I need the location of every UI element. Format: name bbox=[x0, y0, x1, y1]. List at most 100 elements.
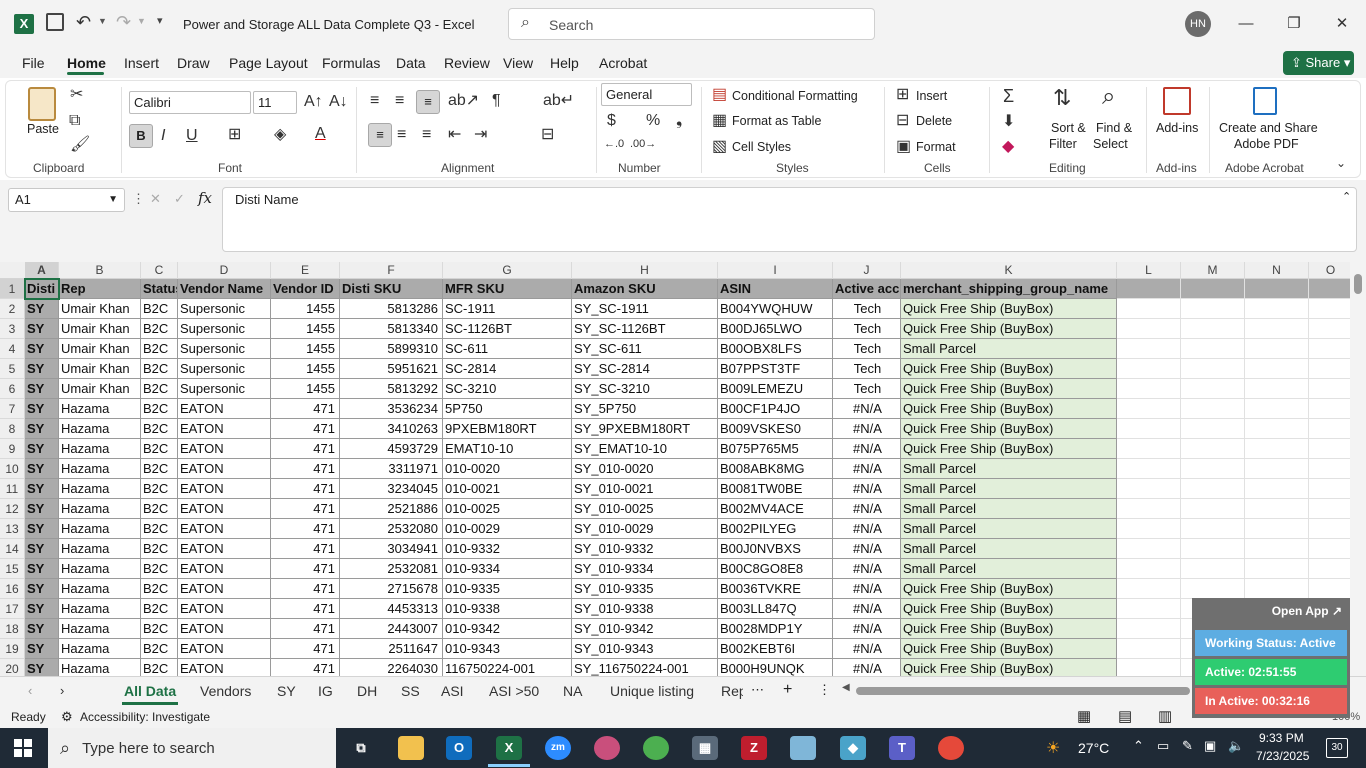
cell-i8[interactable]: B009VSKES0 bbox=[718, 419, 833, 439]
empty-cell[interactable] bbox=[1309, 279, 1353, 299]
cell-a17[interactable]: SY bbox=[25, 599, 59, 619]
calculator-icon[interactable]: ▦ bbox=[692, 736, 718, 760]
column-header-l[interactable]: L bbox=[1117, 262, 1181, 279]
empty-cell[interactable] bbox=[1245, 479, 1309, 499]
chrome-icon[interactable] bbox=[643, 736, 669, 760]
cell-f18[interactable]: 2443007 bbox=[340, 619, 443, 639]
cell-f2[interactable]: 5813286 bbox=[340, 299, 443, 319]
empty-cell[interactable] bbox=[1117, 279, 1181, 299]
cell-j10[interactable]: #N/A bbox=[833, 459, 901, 479]
insert-cells-icon[interactable]: ⊞ bbox=[896, 87, 909, 103]
font-name-select[interactable]: Calibri bbox=[129, 91, 251, 114]
cell-h17[interactable]: SY_010-9338 bbox=[572, 599, 718, 619]
empty-cell[interactable] bbox=[1245, 519, 1309, 539]
empty-cell[interactable] bbox=[1245, 399, 1309, 419]
create-share-pdf-label-2[interactable]: Adobe PDF bbox=[1234, 137, 1299, 151]
empty-cell[interactable] bbox=[1181, 379, 1245, 399]
cell-j8[interactable]: #N/A bbox=[833, 419, 901, 439]
menu-insert[interactable]: Insert bbox=[124, 55, 159, 71]
cell-b6[interactable]: Umair Khan bbox=[59, 379, 141, 399]
cell-b13[interactable]: Hazama bbox=[59, 519, 141, 539]
column-header-f[interactable]: F bbox=[340, 262, 443, 279]
empty-cell[interactable] bbox=[1117, 559, 1181, 579]
empty-cell[interactable] bbox=[1309, 579, 1353, 599]
cell-e13[interactable]: 471 bbox=[271, 519, 340, 539]
empty-cell[interactable] bbox=[1117, 319, 1181, 339]
row-header[interactable]: 5 bbox=[0, 359, 25, 379]
empty-cell[interactable] bbox=[1245, 499, 1309, 519]
empty-cell[interactable] bbox=[1245, 559, 1309, 579]
vertical-scroll-thumb[interactable] bbox=[1354, 274, 1362, 294]
cell-i2[interactable]: B004YWQHUW bbox=[718, 299, 833, 319]
fill-icon[interactable]: ⬇ bbox=[1002, 114, 1015, 130]
cell-a8[interactable]: SY bbox=[25, 419, 59, 439]
empty-cell[interactable] bbox=[1181, 439, 1245, 459]
chrome-alt-icon[interactable] bbox=[938, 736, 964, 760]
cell-b3[interactable]: Umair Khan bbox=[59, 319, 141, 339]
cell-c3[interactable]: B2C bbox=[141, 319, 178, 339]
formula-options-icon[interactable]: ⋮ bbox=[132, 191, 145, 207]
cell-g7[interactable]: 5P750 bbox=[443, 399, 572, 419]
tray-chevron-icon[interactable]: ⌃ bbox=[1133, 738, 1144, 754]
cell-g18[interactable]: 010-9342 bbox=[443, 619, 572, 639]
add-sheet-icon[interactable]: + bbox=[783, 681, 792, 699]
underline-icon[interactable]: U bbox=[186, 128, 198, 144]
cell-b8[interactable]: Hazama bbox=[59, 419, 141, 439]
page-break-view-icon[interactable]: ▥ bbox=[1158, 707, 1172, 725]
cell-a15[interactable]: SY bbox=[25, 559, 59, 579]
cell-b15[interactable]: Hazama bbox=[59, 559, 141, 579]
format-cells-button[interactable]: Format bbox=[916, 140, 956, 154]
row-header[interactable]: 14 bbox=[0, 539, 25, 559]
delete-cells-icon[interactable]: ⊟ bbox=[896, 113, 909, 129]
cell-b7[interactable]: Hazama bbox=[59, 399, 141, 419]
empty-cell[interactable] bbox=[1181, 319, 1245, 339]
cell-b17[interactable]: Hazama bbox=[59, 599, 141, 619]
cell-h1[interactable]: Amazon SKU bbox=[572, 279, 718, 299]
format-as-table-button[interactable]: Format as Table bbox=[732, 114, 821, 128]
row-header[interactable]: 4 bbox=[0, 339, 25, 359]
cell-h4[interactable]: SY_SC-611 bbox=[572, 339, 718, 359]
cell-c9[interactable]: B2C bbox=[141, 439, 178, 459]
cell-f19[interactable]: 2511647 bbox=[340, 639, 443, 659]
cell-g13[interactable]: 010-0029 bbox=[443, 519, 572, 539]
empty-cell[interactable] bbox=[1117, 439, 1181, 459]
empty-cell[interactable] bbox=[1309, 419, 1353, 439]
menu-acrobat[interactable]: Acrobat bbox=[599, 55, 647, 71]
currency-icon[interactable]: $ bbox=[607, 113, 616, 129]
cell-h7[interactable]: SY_5P750 bbox=[572, 399, 718, 419]
empty-cell[interactable] bbox=[1117, 599, 1181, 619]
cell-k2[interactable]: Quick Free Ship (BuyBox) bbox=[901, 299, 1117, 319]
cell-k16[interactable]: Quick Free Ship (BuyBox) bbox=[901, 579, 1117, 599]
clock-date[interactable]: 7/23/2025 bbox=[1256, 749, 1309, 763]
empty-cell[interactable] bbox=[1309, 339, 1353, 359]
column-header-c[interactable]: C bbox=[141, 262, 178, 279]
empty-cell[interactable] bbox=[1309, 479, 1353, 499]
cell-e15[interactable]: 471 bbox=[271, 559, 340, 579]
cell-j17[interactable]: #N/A bbox=[833, 599, 901, 619]
conditional-formatting-button[interactable]: Conditional Formatting bbox=[732, 89, 858, 103]
cell-k18[interactable]: Quick Free Ship (BuyBox) bbox=[901, 619, 1117, 639]
cell-c5[interactable]: B2C bbox=[141, 359, 178, 379]
normal-view-icon[interactable]: ▦ bbox=[1077, 707, 1091, 725]
battery-icon[interactable]: ▭ bbox=[1157, 738, 1169, 754]
cell-g3[interactable]: SC-1126BT bbox=[443, 319, 572, 339]
cell-j1[interactable]: Active acc bbox=[833, 279, 901, 299]
cell-h19[interactable]: SY_010-9343 bbox=[572, 639, 718, 659]
cell-g2[interactable]: SC-1911 bbox=[443, 299, 572, 319]
cell-a14[interactable]: SY bbox=[25, 539, 59, 559]
cell-k9[interactable]: Quick Free Ship (BuyBox) bbox=[901, 439, 1117, 459]
cell-c8[interactable]: B2C bbox=[141, 419, 178, 439]
empty-cell[interactable] bbox=[1245, 359, 1309, 379]
number-format-select[interactable]: General bbox=[601, 83, 692, 106]
cell-h14[interactable]: SY_010-9332 bbox=[572, 539, 718, 559]
accessibility-icon[interactable]: ⚙ bbox=[61, 709, 73, 725]
empty-cell[interactable] bbox=[1181, 279, 1245, 299]
empty-cell[interactable] bbox=[1117, 619, 1181, 639]
empty-cell[interactable] bbox=[1117, 419, 1181, 439]
cell-g9[interactable]: EMAT10-10 bbox=[443, 439, 572, 459]
increase-indent-icon[interactable]: ⇥ bbox=[474, 127, 487, 143]
cell-j18[interactable]: #N/A bbox=[833, 619, 901, 639]
addins-button[interactable]: Add-ins bbox=[1156, 121, 1198, 135]
cell-g12[interactable]: 010-0025 bbox=[443, 499, 572, 519]
clear-icon[interactable]: ◆ bbox=[1002, 139, 1014, 155]
